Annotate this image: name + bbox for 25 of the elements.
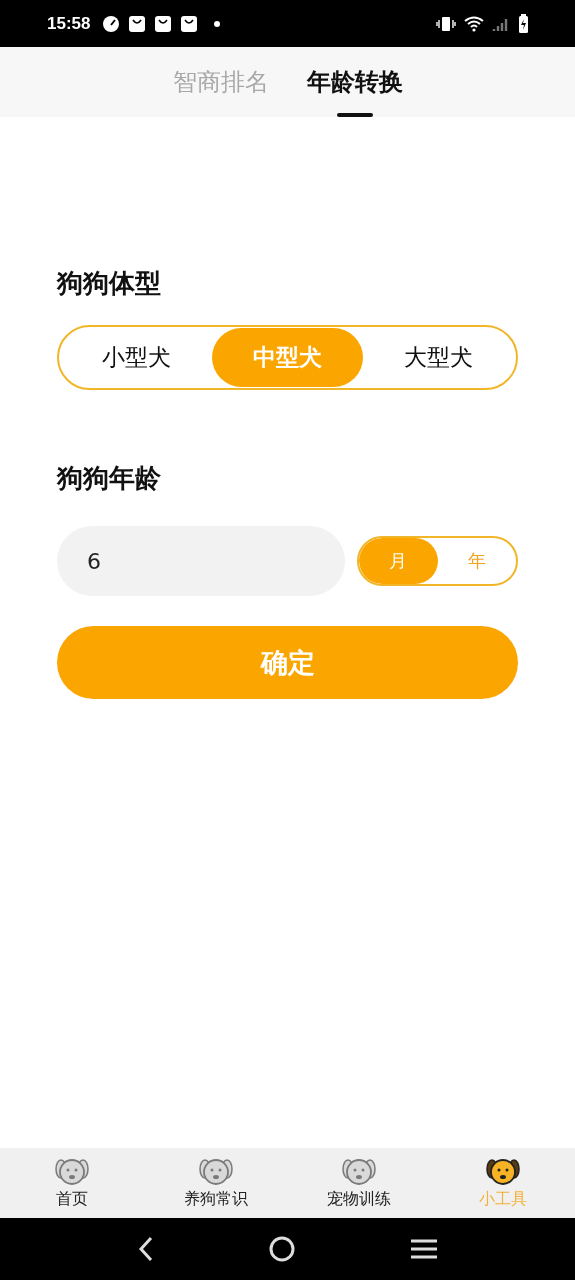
status-time: 15:58 [47, 13, 91, 34]
gauge-icon [102, 14, 121, 33]
dog-icon [485, 1156, 522, 1188]
tab[interactable]: 年龄转换 [306, 47, 403, 117]
size-option[interactable]: 小型犬 [61, 328, 212, 387]
back-button[interactable] [137, 1236, 154, 1262]
dog-icon [53, 1156, 90, 1188]
size-option[interactable]: 大型犬 [363, 328, 514, 387]
dog-icon [341, 1156, 378, 1188]
dot-icon [214, 20, 221, 27]
home-button[interactable] [268, 1236, 295, 1262]
section-title: 狗狗体型 [57, 267, 162, 300]
section-title: 狗狗年龄 [57, 462, 162, 495]
nav-item[interactable]: 宠物训练 [287, 1148, 432, 1218]
nav-item[interactable]: 首页 [0, 1148, 144, 1218]
battery-icon [518, 13, 529, 34]
vibrate-icon [436, 15, 456, 32]
nav-item[interactable]: 养狗常识 [143, 1148, 288, 1218]
menu-button[interactable] [409, 1238, 438, 1260]
bag-icon [180, 14, 199, 33]
dog-icon [197, 1156, 234, 1188]
bag-icon [128, 14, 147, 33]
wifi-icon [464, 15, 484, 32]
age-input-field[interactable]: 6 [57, 526, 345, 596]
bag-icon [154, 14, 173, 33]
